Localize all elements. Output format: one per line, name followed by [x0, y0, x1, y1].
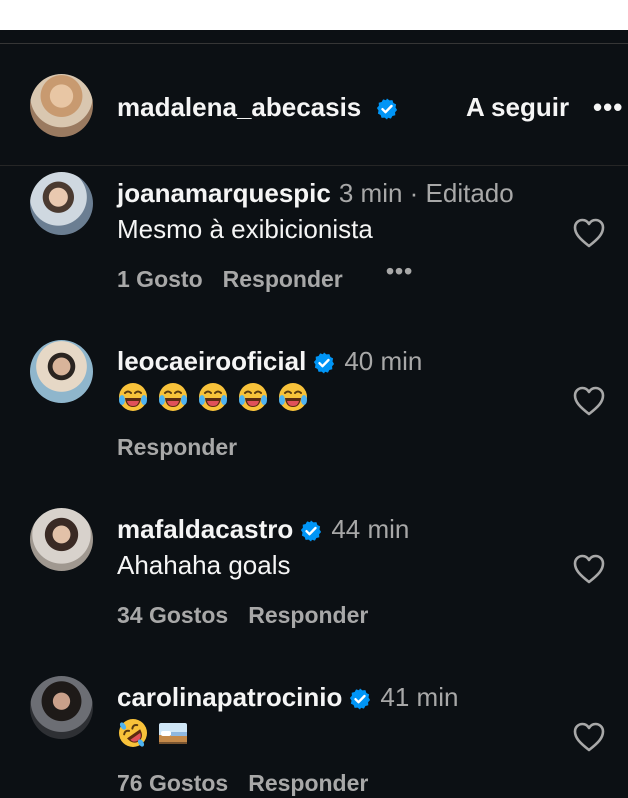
- verified-badge-icon: [299, 519, 323, 543]
- verified-badge-icon: [312, 351, 336, 375]
- comment-emoji-row: [117, 381, 309, 413]
- comment-actions: 1 Gosto Responder: [117, 266, 363, 293]
- comment-username[interactable]: mafaldacastro: [117, 514, 293, 544]
- commenter-avatar[interactable]: [30, 172, 93, 235]
- more-options-icon[interactable]: •••: [593, 92, 623, 123]
- verified-badge-icon: [348, 687, 372, 711]
- author-username[interactable]: madalena_abecasis: [117, 92, 361, 122]
- reply-button[interactable]: Responder: [248, 602, 368, 628]
- browser-top-bar: [0, 0, 628, 30]
- reply-button[interactable]: Responder: [223, 266, 343, 292]
- verified-badge-icon: [375, 97, 399, 121]
- comment-meta: 40 min: [344, 346, 423, 376]
- reply-button[interactable]: Responder: [248, 770, 368, 796]
- like-count[interactable]: 34 Gostos: [117, 602, 228, 628]
- comment-username[interactable]: leocaeirooficial: [117, 346, 306, 376]
- comment-actions: Responder: [117, 434, 257, 461]
- following-button[interactable]: A seguir: [466, 92, 569, 123]
- like-heart-icon[interactable]: [572, 721, 606, 753]
- commenter-avatar[interactable]: [30, 340, 93, 403]
- reply-button[interactable]: Responder: [117, 434, 237, 460]
- comment-text: Ahahaha goals: [117, 550, 291, 580]
- like-count[interactable]: 1 Gosto: [117, 266, 203, 292]
- comment-meta: 44 min: [331, 514, 410, 544]
- like-heart-icon[interactable]: [572, 217, 606, 249]
- laughing-tears-emoji-icon: [197, 381, 229, 413]
- comment-username[interactable]: carolinapatrocinio: [117, 682, 342, 712]
- comment-emoji-row: [117, 717, 189, 749]
- rolling-laughing-emoji-icon: [117, 717, 149, 749]
- like-heart-icon[interactable]: [572, 553, 606, 585]
- header-divider: [0, 165, 628, 166]
- comment-header: leocaeirooficial 40 min: [117, 346, 422, 377]
- comment-header: joanamarquespic 3 min · Editado: [117, 178, 514, 209]
- bed-emoji-icon: [157, 717, 189, 749]
- laughing-tears-emoji-icon: [117, 381, 149, 413]
- comment-username[interactable]: joanamarquespic: [117, 178, 331, 208]
- comment-meta: 41 min: [380, 682, 459, 712]
- like-heart-icon[interactable]: [572, 385, 606, 417]
- commenter-avatar[interactable]: [30, 676, 93, 739]
- commenter-avatar[interactable]: [30, 508, 93, 571]
- comment-header: carolinapatrocinio 41 min: [117, 682, 458, 713]
- author-avatar[interactable]: [30, 74, 93, 137]
- comment-actions: 76 Gostos Responder: [117, 770, 388, 797]
- comment-header: mafaldacastro 44 min: [117, 514, 409, 545]
- laughing-tears-emoji-icon: [237, 381, 269, 413]
- comment-meta: 3 min · Editado: [338, 178, 514, 208]
- comment-more-icon[interactable]: •••: [386, 258, 413, 285]
- like-count[interactable]: 76 Gostos: [117, 770, 228, 796]
- laughing-tears-emoji-icon: [277, 381, 309, 413]
- author-username-row[interactable]: madalena_abecasis: [117, 92, 399, 123]
- comment-actions: 34 Gostos Responder: [117, 602, 388, 629]
- post-header: madalena_abecasis A seguir •••: [0, 44, 628, 165]
- comment-text: Mesmo à exibicionista: [117, 214, 373, 244]
- laughing-tears-emoji-icon: [157, 381, 189, 413]
